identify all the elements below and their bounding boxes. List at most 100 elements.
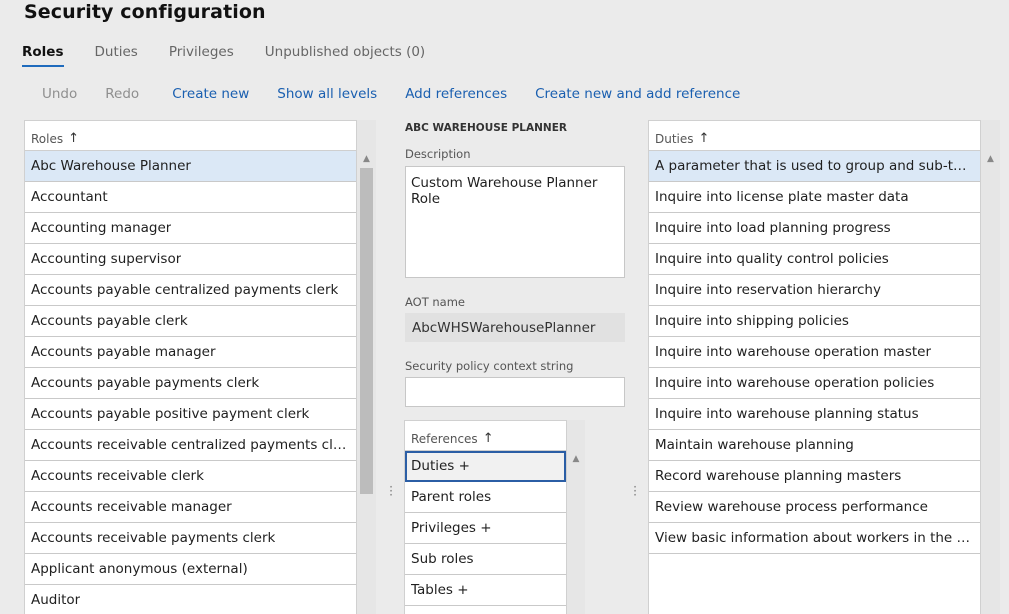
show-all-levels-button[interactable]: Show all levels bbox=[277, 86, 377, 102]
list-item-label: Parent roles bbox=[411, 489, 492, 505]
list-item[interactable]: Applicant anonymous (external) bbox=[25, 554, 356, 585]
list-item-label: Accounts payable positive payment clerk bbox=[31, 406, 310, 422]
roles-header-label: Roles bbox=[31, 131, 64, 146]
tab-roles[interactable]: Roles bbox=[22, 44, 64, 70]
list-item[interactable]: Accounts receivable manager bbox=[25, 492, 356, 523]
list-item[interactable]: Accounts payable clerk bbox=[25, 306, 356, 337]
scrollbar-thumb[interactable] bbox=[360, 168, 373, 494]
duties-column-header[interactable]: Duties ↑ bbox=[649, 121, 980, 151]
list-item[interactable]: Accounts payable manager bbox=[25, 337, 356, 368]
list-item-label: Inquire into license plate master data bbox=[655, 189, 909, 205]
list-item-label: Tables + bbox=[411, 582, 469, 598]
undo-button[interactable]: Undo bbox=[42, 86, 77, 102]
list-item-label: Inquire into quality control policies bbox=[655, 251, 889, 267]
list-item[interactable]: Inquire into license plate master data bbox=[649, 182, 980, 213]
description-label: Description bbox=[405, 147, 471, 161]
list-item-label: Record warehouse planning masters bbox=[655, 468, 902, 484]
page-title: Security configuration bbox=[24, 1, 266, 23]
list-item[interactable]: Tables + bbox=[405, 575, 566, 606]
list-item-label: Accounts receivable payments clerk bbox=[31, 530, 276, 546]
references-header-label: References bbox=[411, 431, 478, 446]
splitter-handle-right[interactable]: · · · bbox=[632, 481, 638, 501]
list-item-label: Inquire into load planning progress bbox=[655, 220, 891, 236]
add-references-button[interactable]: Add references bbox=[405, 86, 507, 102]
roles-scrollbar[interactable]: ▲ bbox=[357, 120, 376, 614]
list-item[interactable]: Accounts payable payments clerk bbox=[25, 368, 356, 399]
sort-ascending-icon: ↑ bbox=[482, 431, 494, 446]
scroll-up-icon[interactable]: ▲ bbox=[567, 451, 585, 467]
tab-privileges[interactable]: Privileges bbox=[169, 44, 234, 70]
roles-column-header[interactable]: Roles ↑ bbox=[25, 121, 356, 151]
list-item-label: Accounts receivable clerk bbox=[31, 468, 204, 484]
list-item[interactable]: Accounts payable centralized payments cl… bbox=[25, 275, 356, 306]
references-list: Duties + Parent roles Privileges + Sub role… bbox=[405, 451, 566, 606]
references-scrollbar[interactable]: ▲ bbox=[567, 420, 585, 614]
duties-header-label: Duties bbox=[655, 131, 694, 146]
list-item-label: Abc Warehouse Planner bbox=[31, 158, 191, 174]
list-item[interactable]: Inquire into load planning progress bbox=[649, 213, 980, 244]
list-item[interactable]: Duties + bbox=[405, 451, 566, 482]
list-item[interactable]: Auditor bbox=[25, 585, 356, 614]
list-item-label: Accounts receivable manager bbox=[31, 499, 232, 515]
duties-list: A parameter that is used to group and su… bbox=[649, 151, 980, 554]
role-detail-title: ABC WAREHOUSE PLANNER bbox=[405, 122, 567, 134]
sort-ascending-icon: ↑ bbox=[68, 131, 80, 146]
list-item[interactable]: Maintain warehouse planning bbox=[649, 430, 980, 461]
list-item-label: Accounting manager bbox=[31, 220, 172, 236]
list-item-label: Inquire into warehouse planning status bbox=[655, 406, 919, 422]
scroll-up-icon[interactable]: ▲ bbox=[357, 151, 376, 167]
list-item-label: Accounts payable clerk bbox=[31, 313, 188, 329]
references-column-header[interactable]: References ↑ bbox=[405, 421, 566, 451]
list-item[interactable]: Inquire into warehouse operation policie… bbox=[649, 368, 980, 399]
duties-grid: Duties ↑ A parameter that is used to gro… bbox=[648, 120, 981, 614]
list-item-label: Accounts receivable centralized payments… bbox=[31, 437, 350, 453]
list-item-label: Inquire into warehouse operation master bbox=[655, 344, 932, 360]
tab-unpublished-objects[interactable]: Unpublished objects (0) bbox=[265, 44, 425, 70]
list-item[interactable]: Abc Warehouse Planner bbox=[25, 151, 356, 182]
list-item[interactable]: Accountant bbox=[25, 182, 356, 213]
list-item[interactable]: Inquire into quality control policies bbox=[649, 244, 980, 275]
list-item[interactable]: Parent roles bbox=[405, 482, 566, 513]
list-item-label: A parameter that is used to group and su… bbox=[655, 158, 974, 174]
create-new-button[interactable]: Create new bbox=[172, 86, 249, 102]
scroll-up-icon[interactable]: ▲ bbox=[981, 151, 1000, 167]
redo-button[interactable]: Redo bbox=[105, 86, 139, 102]
list-item[interactable]: Review warehouse process performance bbox=[649, 492, 980, 523]
list-item[interactable]: View basic information about workers in … bbox=[649, 523, 980, 554]
description-field[interactable]: Custom Warehouse Planner Role bbox=[405, 166, 625, 278]
list-item-label: Inquire into reservation hierarchy bbox=[655, 282, 881, 298]
duties-scrollbar[interactable]: ▲ bbox=[981, 120, 1000, 614]
list-item[interactable]: Privileges + bbox=[405, 513, 566, 544]
list-item[interactable]: Inquire into shipping policies bbox=[649, 306, 980, 337]
list-item[interactable]: Accounting manager bbox=[25, 213, 356, 244]
list-item-label: Inquire into warehouse operation policie… bbox=[655, 375, 935, 391]
list-item-label: Maintain warehouse planning bbox=[655, 437, 854, 453]
sort-ascending-icon: ↑ bbox=[698, 131, 710, 146]
list-item[interactable]: Inquire into warehouse planning status bbox=[649, 399, 980, 430]
list-item-label: Applicant anonymous (external) bbox=[31, 561, 248, 577]
splitter-handle-left[interactable]: · · · bbox=[388, 481, 394, 501]
list-item[interactable]: Sub roles bbox=[405, 544, 566, 575]
list-item[interactable]: Inquire into warehouse operation master bbox=[649, 337, 980, 368]
list-item-label: Accountant bbox=[31, 189, 108, 205]
roles-list: Abc Warehouse Planner Accountant Accountin… bbox=[25, 151, 356, 614]
list-item[interactable]: Accounts payable positive payment clerk bbox=[25, 399, 356, 430]
list-item-label: View basic information about workers in … bbox=[655, 530, 974, 546]
aot-name-value: AbcWHSWarehousePlanner bbox=[405, 313, 625, 342]
action-toolbar: Undo Redo Create new Show all levels Add… bbox=[42, 86, 768, 102]
list-item-label: Sub roles bbox=[411, 551, 474, 567]
list-item[interactable]: Accounts receivable clerk bbox=[25, 461, 356, 492]
list-item-label: Accounts payable manager bbox=[31, 344, 216, 360]
create-new-and-add-reference-button[interactable]: Create new and add reference bbox=[535, 86, 740, 102]
list-item[interactable]: Inquire into reservation hierarchy bbox=[649, 275, 980, 306]
roles-grid: Roles ↑ Abc Warehouse Planner Accountant A… bbox=[24, 120, 357, 614]
security-policy-input[interactable] bbox=[405, 377, 625, 407]
list-item[interactable]: A parameter that is used to group and su… bbox=[649, 151, 980, 182]
list-item-label: Inquire into shipping policies bbox=[655, 313, 849, 329]
list-item[interactable]: Record warehouse planning masters bbox=[649, 461, 980, 492]
list-item-label: Accounting supervisor bbox=[31, 251, 182, 267]
list-item[interactable]: Accounts receivable payments clerk bbox=[25, 523, 356, 554]
tab-duties[interactable]: Duties bbox=[95, 44, 138, 70]
list-item[interactable]: Accounts receivable centralized payments… bbox=[25, 430, 356, 461]
list-item[interactable]: Accounting supervisor bbox=[25, 244, 356, 275]
